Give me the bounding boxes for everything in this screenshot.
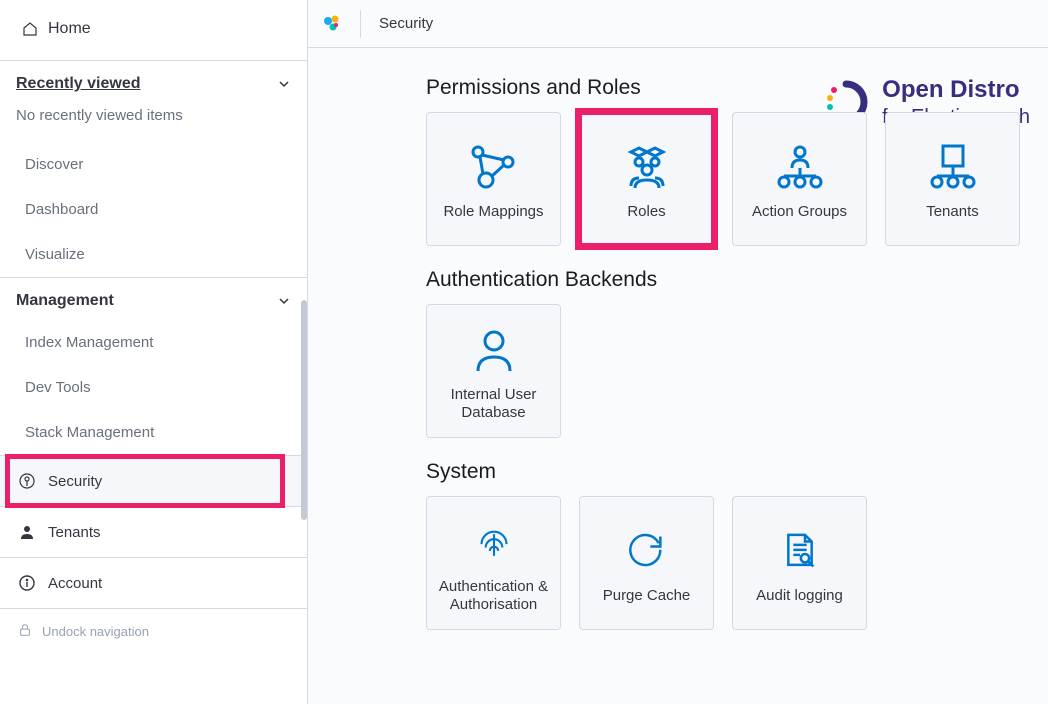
nav-index-management[interactable]: Index Management: [0, 320, 307, 365]
user-icon: [464, 320, 524, 376]
card-label: Internal User Database: [427, 386, 560, 422]
nav-dev-tools[interactable]: Dev Tools: [0, 365, 307, 410]
empty-recently-viewed: No recently viewed items: [0, 103, 307, 142]
card-roles[interactable]: Roles: [579, 112, 714, 246]
nav-undock[interactable]: Undock navigation: [0, 609, 307, 654]
chevron-down-icon: [277, 294, 291, 308]
group-title: System: [426, 460, 1030, 484]
nav-discover[interactable]: Discover: [0, 142, 307, 187]
chevron-down-icon: [277, 77, 291, 91]
group-auth-backends: Authentication Backends Internal User Da…: [326, 268, 1030, 438]
nav-tenants[interactable]: Tenants: [0, 507, 307, 558]
document-search-icon: [775, 521, 825, 577]
info-icon: [18, 574, 36, 592]
card-action-groups[interactable]: Action Groups: [732, 112, 867, 246]
card-authn-authz[interactable]: Authentication & Authorisation: [426, 496, 561, 630]
roles-icon: [617, 137, 677, 193]
group-system: System Authentication & Authorisation: [326, 460, 1030, 630]
user-icon: [18, 523, 36, 541]
nav-dashboard[interactable]: Dashboard: [0, 187, 307, 232]
scrollbar[interactable]: [301, 300, 307, 520]
action-groups-icon: [770, 137, 830, 193]
brand-line1: Open Distro: [882, 76, 1030, 105]
section-title: Management: [16, 292, 114, 310]
tenants-icon: [923, 137, 983, 193]
kibana-logo-icon[interactable]: [322, 14, 342, 34]
home-label: Home: [48, 20, 91, 38]
section-recently-viewed[interactable]: Recently viewed: [0, 61, 307, 103]
card-purge-cache[interactable]: Purge Cache: [579, 496, 714, 630]
refresh-icon: [622, 521, 672, 577]
nav-security[interactable]: Security: [0, 456, 307, 507]
section-title: Recently viewed: [16, 75, 141, 93]
group-title: Authentication Backends: [426, 268, 1030, 292]
card-label: Action Groups: [744, 203, 855, 221]
nav-label: Undock navigation: [42, 624, 149, 639]
card-internal-users[interactable]: Internal User Database: [426, 304, 561, 438]
card-label: Audit logging: [748, 587, 851, 605]
card-label: Tenants: [918, 203, 987, 221]
card-label: Roles: [619, 203, 673, 221]
nav-visualize[interactable]: Visualize: [0, 232, 307, 277]
nav-label: Tenants: [48, 524, 101, 541]
role-mappings-icon: [464, 137, 524, 193]
card-audit-logging[interactable]: Audit logging: [732, 496, 867, 630]
main: Security Open Distro for Elasticsearch: [308, 0, 1048, 704]
card-label: Purge Cache: [595, 587, 699, 605]
card-tenants[interactable]: Tenants: [885, 112, 1020, 246]
nav-account[interactable]: Account: [0, 558, 307, 609]
highlight-annotation: [5, 454, 285, 508]
topbar: Security: [308, 0, 1048, 48]
section-management[interactable]: Management: [0, 278, 307, 320]
breadcrumb[interactable]: Security: [379, 15, 433, 32]
nav-label: Account: [48, 575, 102, 592]
nav-home[interactable]: Home: [0, 0, 307, 60]
home-icon: [22, 21, 38, 37]
nav-stack-management[interactable]: Stack Management: [0, 410, 307, 455]
lock-icon: [18, 623, 32, 640]
card-label: Authentication & Authorisation: [427, 578, 560, 614]
card-role-mappings[interactable]: Role Mappings: [426, 112, 561, 246]
sidebar: Home Recently viewed No recently viewed …: [0, 0, 308, 704]
card-label: Role Mappings: [435, 203, 551, 221]
content: Open Distro for Elasticsearch Permission…: [308, 48, 1048, 652]
divider: [360, 10, 361, 38]
bottom-nav: Security Tenants Account: [0, 455, 307, 654]
fingerprint-icon: [469, 512, 519, 568]
